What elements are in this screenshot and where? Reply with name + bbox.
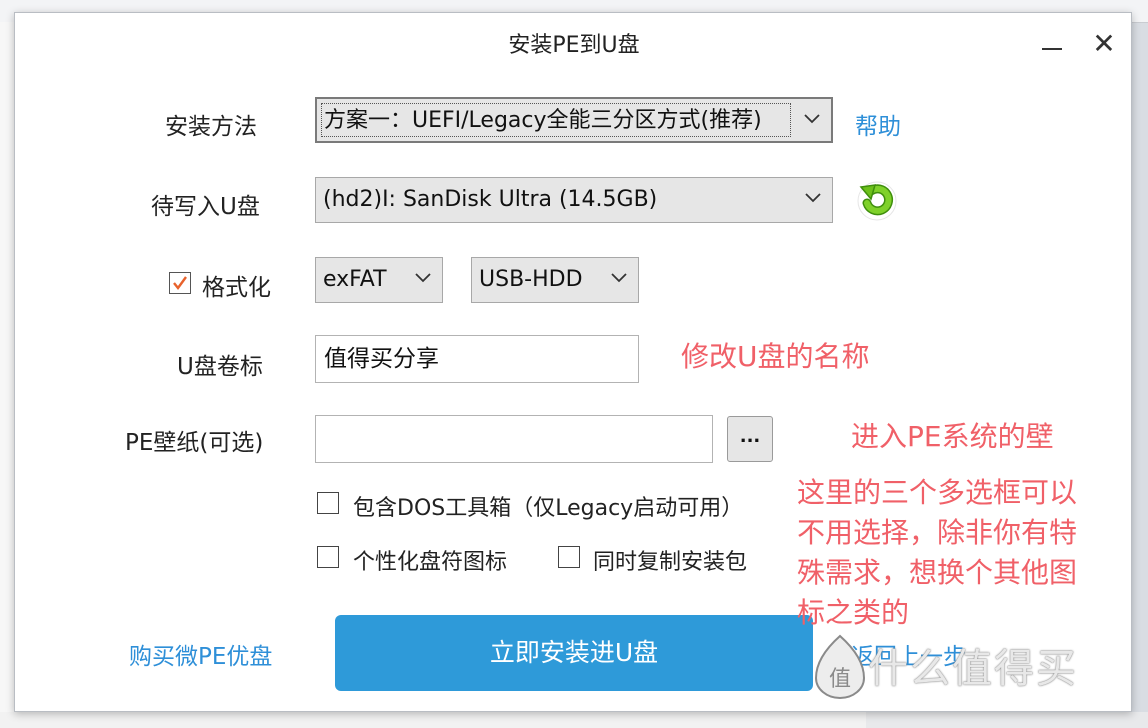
chevron-down-icon bbox=[802, 178, 824, 222]
filesystem-select[interactable]: exFAT bbox=[315, 257, 443, 303]
annotation-wallpaper: 进入PE系统的壁 bbox=[851, 420, 1054, 453]
buy-usb-link[interactable]: 购买微PE优盘 bbox=[129, 637, 272, 671]
background-app-statusbar bbox=[0, 712, 866, 728]
background-app-sidebar bbox=[0, 22, 15, 722]
install-method-label: 安装方法 bbox=[165, 114, 257, 140]
custom-icon-label: 个性化盘符图标 bbox=[353, 550, 508, 575]
watermark-logo: 值 bbox=[814, 634, 866, 699]
annotation-options-note: 这里的三个多选框可以 不用选择，除非你有特 殊需求，想换个其他图 标之类的 bbox=[797, 473, 1127, 633]
annotation-line: 不用选择，除非你有特 bbox=[797, 516, 1078, 549]
background-app-edge bbox=[866, 712, 1148, 728]
format-label: 格式化 bbox=[202, 275, 271, 301]
custom-icon-checkbox[interactable] bbox=[317, 546, 339, 568]
boot-mode-select[interactable]: USB-HDD bbox=[471, 257, 639, 303]
format-checkbox[interactable] bbox=[169, 272, 191, 294]
watermark-text: 什么值得买 bbox=[868, 646, 1078, 692]
chevron-down-icon bbox=[412, 258, 434, 302]
watermark-logo-char: 值 bbox=[829, 667, 851, 692]
boot-mode-value: USB-HDD bbox=[479, 267, 583, 292]
chevron-down-icon bbox=[608, 258, 630, 302]
annotation-rename: 修改U盘的名称 bbox=[681, 340, 870, 373]
install-method-select[interactable]: 方案一：UEFI/Legacy全能三分区方式(推荐) bbox=[315, 97, 833, 143]
volume-label: U盘卷标 bbox=[177, 354, 263, 380]
dialog-title: 安装PE到U盘 bbox=[508, 33, 640, 58]
install-pe-dialog: 安装PE到U盘 ✕ 安装方法 方案一：UEFI/Legacy全能三分区方式(推荐… bbox=[14, 12, 1132, 712]
annotation-line: 这里的三个多选框可以 bbox=[797, 476, 1078, 509]
wallpaper-label: PE壁纸(可选) bbox=[125, 430, 264, 456]
copy-package-checkbox[interactable] bbox=[558, 546, 580, 568]
target-disk-value: (hd2)I: SanDisk Ultra (14.5GB) bbox=[323, 187, 658, 212]
target-disk-label: 待写入U盘 bbox=[151, 194, 260, 220]
install-method-value: 方案一：UEFI/Legacy全能三分区方式(推荐) bbox=[324, 108, 762, 133]
wallpaper-input[interactable] bbox=[315, 415, 713, 463]
chevron-down-icon bbox=[801, 99, 823, 143]
dos-toolbox-checkbox[interactable] bbox=[317, 492, 339, 514]
refresh-icon[interactable] bbox=[855, 179, 899, 223]
install-button[interactable]: 立即安装进U盘 bbox=[335, 615, 813, 691]
minimize-icon[interactable] bbox=[1033, 29, 1067, 63]
help-link[interactable]: 帮助 bbox=[855, 107, 901, 141]
copy-package-label: 同时复制安装包 bbox=[593, 550, 748, 575]
filesystem-value: exFAT bbox=[323, 267, 387, 292]
volume-input[interactable]: 值得买分享 bbox=[315, 335, 639, 383]
dos-toolbox-label: 包含DOS工具箱（仅Legacy启动可用） bbox=[353, 496, 744, 521]
checkmark-icon bbox=[173, 276, 187, 290]
browse-button[interactable]: ... bbox=[727, 416, 773, 462]
target-disk-select[interactable]: (hd2)I: SanDisk Ultra (14.5GB) bbox=[315, 177, 833, 223]
annotation-line: 殊需求，想换个其他图 bbox=[797, 556, 1078, 589]
close-icon[interactable]: ✕ bbox=[1087, 29, 1121, 63]
